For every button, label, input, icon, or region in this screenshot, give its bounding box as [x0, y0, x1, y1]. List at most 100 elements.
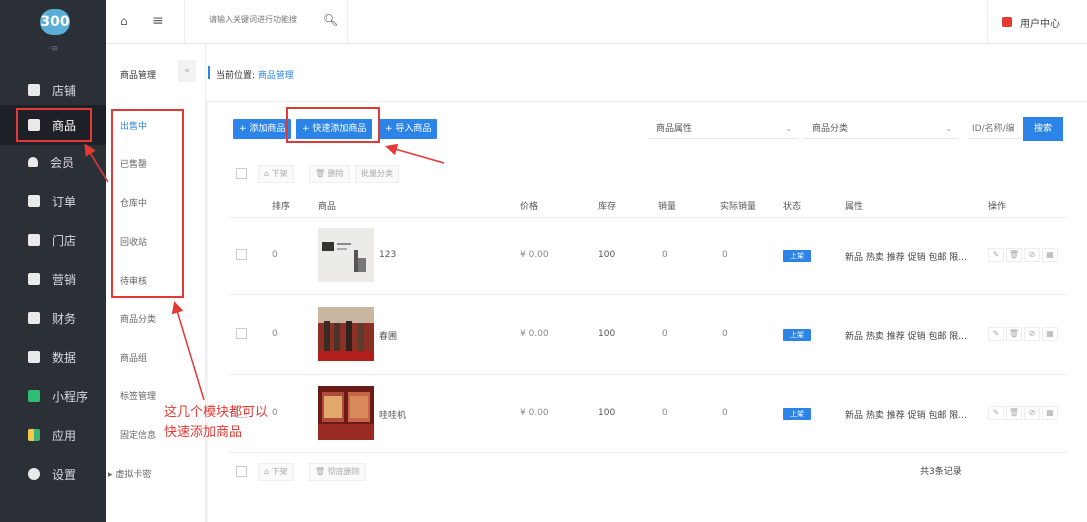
goods-attribute-value: 商品属性 — [656, 124, 693, 134]
goods-panel: + 添加商品 + 快速添加商品 + 导入商品 商品属性 ⌄ 商品分类 ⌄ 搜索 … — [208, 102, 1087, 522]
sidebar-item-settings[interactable]: 设置 — [0, 454, 106, 494]
subnav-item-group[interactable]: 商品组 — [120, 351, 147, 364]
edit-icon[interactable]: ✎ — [988, 406, 1004, 420]
sidebar-item-label: 订单 — [52, 194, 77, 209]
row-sort: 0 — [272, 408, 278, 418]
annotation-line-2: 快速添加商品 — [164, 425, 243, 440]
select-all-checkbox[interactable] — [236, 168, 247, 179]
user-center-button[interactable]: 用户中心 — [987, 0, 1087, 44]
edit-icon[interactable]: ✎ — [988, 327, 1004, 341]
edit-icon[interactable]: ✎ — [988, 248, 1004, 262]
column-header-attrs: 属性 — [845, 202, 864, 212]
sidebar-item-order[interactable]: 订单 — [0, 181, 106, 221]
goods-thumbnail[interactable] — [318, 386, 374, 440]
qrcode-icon[interactable]: ▦ — [1042, 327, 1058, 341]
subnav-fold-button[interactable]: « — [178, 60, 196, 82]
row-price: ¥ 0.00 — [520, 329, 549, 339]
logo: 300 — [40, 9, 70, 35]
goods-name[interactable]: 春圃 — [379, 329, 397, 342]
select-all-checkbox-bottom[interactable] — [236, 466, 247, 477]
sidebar-item-member[interactable]: 会员 — [0, 142, 106, 182]
home-icon[interactable]: ⌂ — [120, 15, 132, 27]
trash-icon[interactable]: 🗑 — [1006, 327, 1022, 341]
goods-thumbnail[interactable] — [318, 228, 374, 282]
menu-icon[interactable]: ≡ — [152, 13, 164, 29]
row-stock: 100 — [598, 329, 616, 339]
sidebar-item-miniapp[interactable]: 小程序 — [0, 376, 106, 416]
search-input[interactable] — [209, 15, 319, 24]
data-icon — [28, 351, 40, 363]
goods-thumbnail[interactable] — [318, 307, 374, 361]
row-divider — [228, 374, 1068, 375]
sidebar-item-marketing[interactable]: 营销 — [0, 259, 106, 299]
row-attrs: 新品 热卖 推荐 促销 包邮 限... — [845, 253, 967, 263]
status-badge: 上架 — [783, 329, 811, 341]
trash-icon[interactable]: 🗑 — [1006, 248, 1022, 262]
miniapp-icon — [28, 390, 40, 402]
off-shelf-button[interactable]: ⌂ 下架 — [258, 165, 294, 183]
sidebar-item-apps[interactable]: 应用 — [0, 415, 106, 455]
subnav-item-virtual-card[interactable]: ▸ 虚拟卡密 — [108, 467, 151, 480]
highlight-quick-add — [286, 107, 380, 143]
subnav-item-fixed-info[interactable]: 固定信息 — [120, 428, 156, 441]
sidebar-item-label: 设置 — [52, 467, 77, 482]
goods-category-value: 商品分类 — [812, 124, 849, 134]
keyword-input[interactable] — [968, 119, 1022, 139]
row-attrs: 新品 热卖 推荐 促销 包邮 限... — [845, 411, 967, 421]
permanent-delete-button[interactable]: 🗑 彻底删除 — [309, 463, 366, 481]
link-icon[interactable]: ⊘ — [1024, 248, 1040, 262]
row-sales: 0 — [662, 250, 668, 260]
add-goods-button[interactable]: + 添加商品 — [233, 119, 292, 139]
column-header-goods: 商品 — [318, 202, 337, 212]
sidebar-item-store[interactable]: 店铺 — [0, 70, 106, 110]
column-header-price: 价格 — [520, 202, 539, 212]
subnav-item-tags[interactable]: 标签管理 — [120, 389, 156, 402]
sidebar-item-label: 数据 — [52, 350, 77, 365]
off-shelf-button-bottom[interactable]: ⌂ 下架 — [258, 463, 294, 481]
row-sales: 0 — [662, 329, 668, 339]
sidebar-item-shop[interactable]: 门店 — [0, 220, 106, 260]
row-attrs: 新品 热卖 推荐 促销 包邮 限... — [845, 332, 967, 342]
goods-name[interactable]: 123 — [379, 250, 396, 260]
breadcrumb-current[interactable]: 商品管理 — [258, 71, 294, 81]
sidebar-item-label: 会员 — [50, 155, 75, 170]
row-checkbox[interactable] — [236, 328, 247, 339]
chevron-down-icon: ⌄ — [785, 124, 792, 133]
goods-name[interactable]: 哇哇机 — [379, 408, 406, 421]
sidebar-item-label: 店铺 — [52, 83, 77, 98]
link-icon[interactable]: ⊘ — [1024, 406, 1040, 420]
annotation-text: 这几个模块都可以 快速添加商品 — [164, 403, 268, 443]
sidebar-item-finance[interactable]: 财务 — [0, 298, 106, 338]
sidebar-collapse-icon[interactable]: ·≡ — [48, 44, 58, 54]
shop-icon — [28, 234, 40, 246]
row-checkbox[interactable] — [236, 249, 247, 260]
qrcode-icon[interactable]: ▦ — [1042, 406, 1058, 420]
column-header-sales: 销量 — [658, 202, 677, 212]
qrcode-icon[interactable]: ▦ — [1042, 248, 1058, 262]
row-price: ¥ 0.00 — [520, 408, 549, 418]
member-icon — [28, 157, 38, 167]
settings-icon — [28, 468, 40, 480]
sidebar-item-label: 财务 — [52, 311, 77, 326]
sidebar-item-label: 门店 — [52, 233, 77, 248]
sidebar-item-data[interactable]: 数据 — [0, 337, 106, 377]
trash-icon[interactable]: 🗑 — [1006, 406, 1022, 420]
goods-category-select[interactable]: 商品分类 ⌄ — [804, 119, 958, 139]
search-icon[interactable]: 🔍︎ — [323, 13, 338, 27]
row-divider — [228, 217, 1068, 218]
batch-category-button[interactable]: 批量分类 — [355, 165, 399, 183]
import-goods-button[interactable]: + 导入商品 — [379, 119, 438, 139]
search-button[interactable]: 搜索 — [1023, 117, 1063, 141]
user-center-label: 用户中心 — [1020, 18, 1060, 30]
row-sort: 0 — [272, 329, 278, 339]
subnav-item-category[interactable]: 商品分类 — [120, 312, 156, 325]
status-badge: 上架 — [783, 408, 811, 420]
finance-icon — [28, 312, 40, 324]
sidebar: 300 ·≡ 店铺 商品 会员 订单 门店 营销 财务 数据 小程序 应用 设置 — [0, 0, 106, 522]
column-header-status: 状态 — [783, 202, 802, 212]
sidebar-item-label: 营销 — [52, 272, 77, 287]
record-count: 共3条记录 — [920, 467, 962, 477]
delete-button[interactable]: 🗑 删除 — [309, 165, 350, 183]
goods-attribute-select[interactable]: 商品属性 ⌄ — [648, 119, 798, 139]
link-icon[interactable]: ⊘ — [1024, 327, 1040, 341]
